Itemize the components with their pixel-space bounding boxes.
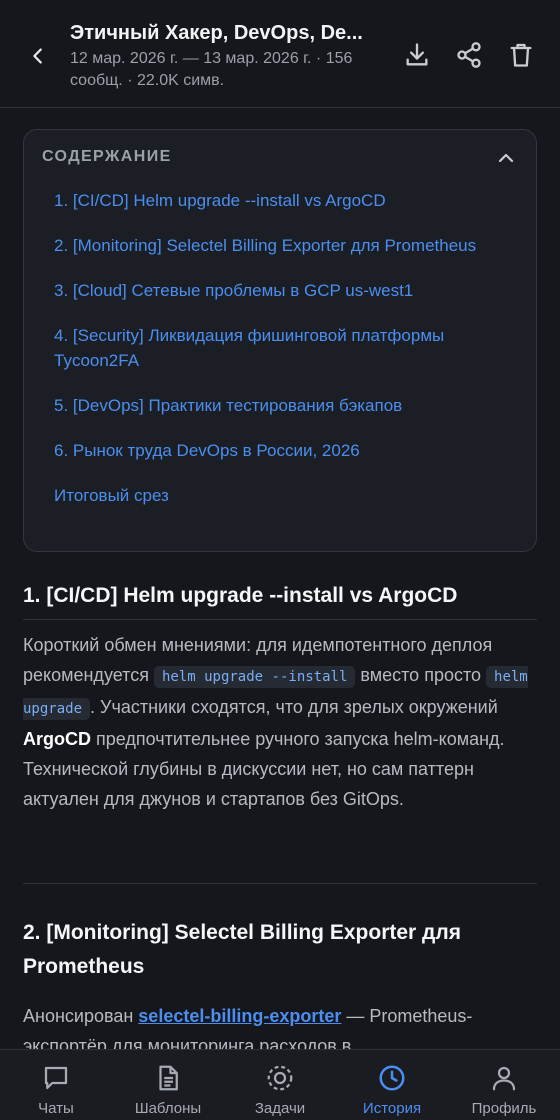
toc-item[interactable]: 6. Рынок труда DevOps в России, 2026 xyxy=(54,438,524,463)
chevron-up-icon[interactable] xyxy=(494,146,518,170)
back-button[interactable] xyxy=(20,38,56,74)
share-icon xyxy=(457,42,481,68)
chat-summary[interactable]: СОДЕРЖАНИЕ 1. [CI/CD] Helm upgrade --ins… xyxy=(0,109,560,1049)
section-1-title: 1. [CI/CD] Helm upgrade --install vs Arg… xyxy=(23,584,458,607)
nav-tasks[interactable]: Задачи xyxy=(224,1050,336,1120)
nav-label: Чаты xyxy=(38,1100,74,1117)
inline-code: helm upgrade --install xyxy=(153,666,356,688)
toc-heading: СОДЕРЖАНИЕ xyxy=(42,148,172,165)
nav-label: Шаблоны xyxy=(134,1100,202,1117)
toc-item[interactable]: Итоговый срез xyxy=(54,483,524,508)
bold-text: ArgoCD xyxy=(23,729,91,749)
chat-meta: 12 мар. 2026 г. — 13 мар. 2026 г. · 156 … xyxy=(70,50,353,89)
document-icon xyxy=(159,1065,178,1091)
target-icon xyxy=(267,1065,293,1091)
section-2-body: Анонсирован selectel-billing-exporter — … xyxy=(23,1001,537,1049)
exporter-link[interactable]: selectel-billing-exporter xyxy=(138,1006,341,1026)
delete-button[interactable] xyxy=(506,40,536,70)
download-button[interactable] xyxy=(402,40,432,70)
toc-item[interactable]: 5. [DevOps] Практики тестирования бэкапо… xyxy=(54,393,524,418)
toc-item[interactable]: 4. [Security] Ликвидация фишинговой плат… xyxy=(54,323,524,373)
top-bar: Этичный Хакер, DevOps, De... 12 мар. 202… xyxy=(0,0,560,108)
user-icon xyxy=(492,1066,516,1091)
download-icon xyxy=(406,43,428,66)
text-run: . Участники сходятся, что для зрелых окр… xyxy=(90,697,498,717)
nav-profile[interactable]: Профиль xyxy=(448,1050,560,1120)
nav-label: Задачи xyxy=(254,1100,306,1117)
toc-item[interactable]: 1. [CI/CD] Helm upgrade --install vs Arg… xyxy=(54,188,524,213)
toc-list: 1. [CI/CD] Helm upgrade --install vs Arg… xyxy=(54,188,524,528)
back-arrow-icon xyxy=(33,48,42,64)
nav-label: История xyxy=(362,1100,422,1117)
text-run: Анонсирован xyxy=(23,1006,139,1026)
toc-item[interactable]: 3. [Cloud] Сетевые проблемы в GCP us-wes… xyxy=(54,278,524,303)
text-run: вместо просто xyxy=(355,665,487,685)
clock-icon xyxy=(379,1065,405,1091)
share-button[interactable] xyxy=(454,40,484,70)
bottom-nav: Чаты Шаблоны Задачи История Профиль xyxy=(0,1049,560,1120)
nav-templates[interactable]: Шаблоны xyxy=(112,1050,224,1120)
nav-label: Профиль xyxy=(471,1100,537,1117)
section-divider xyxy=(23,619,537,620)
chat-icon xyxy=(44,1066,68,1090)
section-divider xyxy=(23,883,537,884)
text-run: предпочтительнее ручного запуска helm-ко… xyxy=(23,729,505,809)
page-title: Этичный Хакер, DevOps, De... xyxy=(70,22,363,44)
toc-item[interactable]: 2. [Monitoring] Selectel Billing Exporte… xyxy=(54,233,524,258)
section-2-title: 2. [Monitoring] Selectel Billing Exporte… xyxy=(23,921,461,978)
nav-history[interactable]: История xyxy=(336,1050,448,1120)
nav-chats[interactable]: Чаты xyxy=(0,1050,112,1120)
section-1-body: Короткий обмен мнениями: для идемпотентн… xyxy=(23,630,537,814)
table-of-contents: СОДЕРЖАНИЕ 1. [CI/CD] Helm upgrade --ins… xyxy=(23,129,537,552)
trash-icon xyxy=(510,43,532,67)
